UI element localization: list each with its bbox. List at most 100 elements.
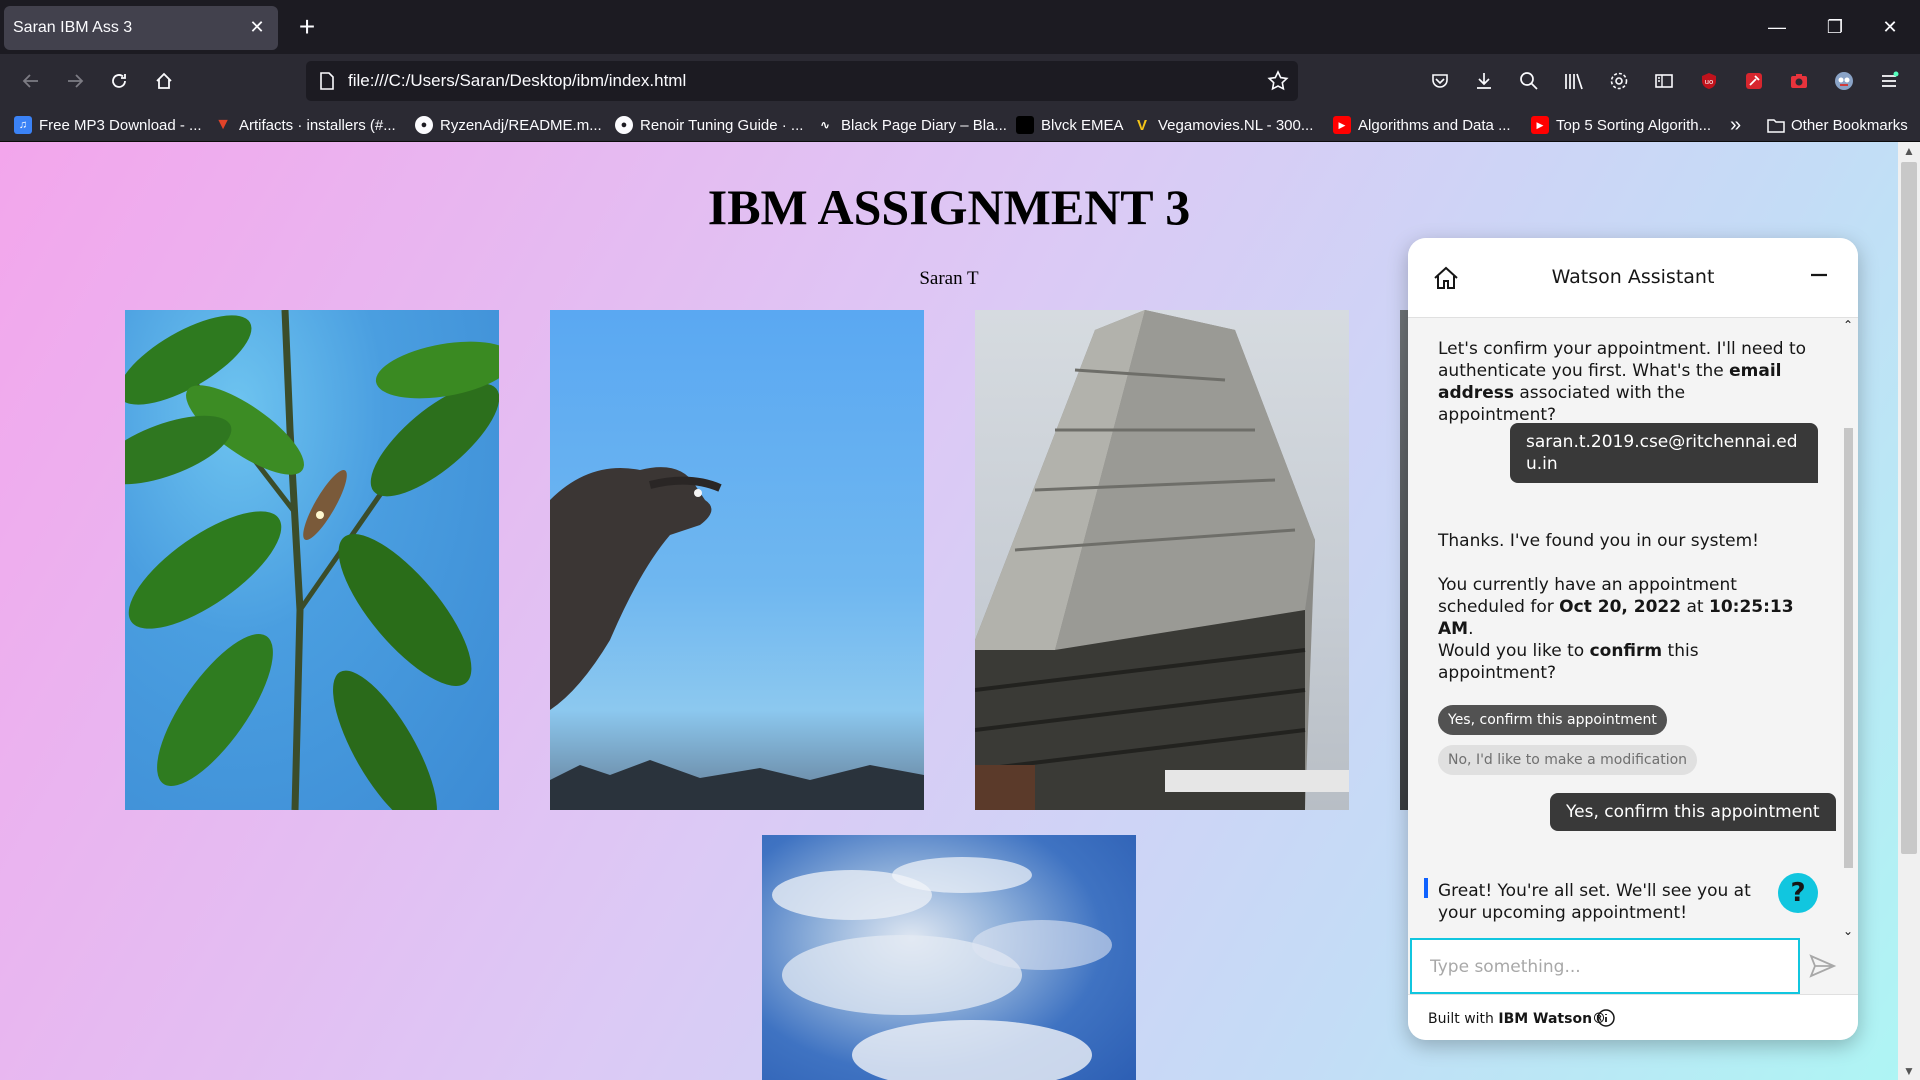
scroll-down-icon[interactable]: ▼ <box>1898 1062 1920 1080</box>
browser-tab[interactable]: Saran IBM Ass 3 ✕ <box>4 6 278 50</box>
gallery-photo-temple <box>975 310 1349 810</box>
hamburger-menu-icon <box>1882 71 1899 87</box>
library-button[interactable] <box>1559 66 1589 96</box>
built-with-text: Built with IBM Watson® <box>1428 1011 1606 1027</box>
github-icon: ● <box>615 116 633 134</box>
bookmark-label: Algorithms and Data ... <box>1358 116 1511 134</box>
close-tab-icon[interactable]: ✕ <box>248 18 266 36</box>
app-menu-button[interactable] <box>1874 66 1904 96</box>
ublock-extension-button[interactable]: uo <box>1694 66 1724 96</box>
chevron-up-icon[interactable]: ⌃ <box>1840 318 1856 332</box>
chat-scrollbar[interactable]: ⌃ ⌄ <box>1840 318 1856 938</box>
option-modify-button[interactable]: No, I'd like to make a modification <box>1438 745 1698 775</box>
music-note-icon: ♫ <box>14 116 32 134</box>
chat-input[interactable] <box>1430 954 1780 980</box>
settings-button[interactable] <box>1604 66 1634 96</box>
help-button[interactable]: ? <box>1778 873 1818 913</box>
scrollbar-thumb[interactable] <box>1901 162 1917 854</box>
color-picker-extension-button[interactable] <box>1739 66 1769 96</box>
bookmark-item[interactable]: ▼ Artifacts · installers (#... <box>214 113 396 137</box>
account-button[interactable] <box>1829 66 1859 96</box>
bookmark-label: Artifacts · installers (#... <box>239 116 396 134</box>
gallery-photo-leaves <box>125 310 499 810</box>
signature-icon: ∿ <box>819 118 831 132</box>
forward-button[interactable] <box>60 66 90 96</box>
chat-messages[interactable]: Let's confirm your appointment. I'll nee… <box>1408 318 1858 938</box>
search-button[interactable] <box>1514 66 1544 96</box>
footer-brand: IBM Watson® <box>1498 1011 1607 1027</box>
back-button[interactable] <box>16 66 46 96</box>
page-scrollbar[interactable]: ▲ ▼ <box>1898 142 1920 1080</box>
gallery-photo-hand-sky <box>550 310 924 810</box>
new-tab-button[interactable]: + <box>294 13 320 41</box>
page-title: IBM ASSIGNMENT 3 <box>707 179 1191 235</box>
camera-icon <box>1791 74 1807 88</box>
appointment-date: Oct 20, 2022 <box>1559 597 1682 617</box>
restore-window-button[interactable]: ❐ <box>1815 12 1855 42</box>
reload-icon <box>112 74 126 88</box>
footer-prefix: Built with <box>1428 1011 1499 1027</box>
info-icon[interactable] <box>1596 1008 1616 1028</box>
bookmarks-overflow-chevron-icon[interactable]: » <box>1730 113 1741 137</box>
scroll-up-icon[interactable]: ▲ <box>1898 142 1920 160</box>
search-icon <box>1520 72 1538 90</box>
ublock-icon: uo <box>1702 73 1716 89</box>
message-text: at <box>1681 597 1709 617</box>
bookmark-item[interactable]: ● Renoir Tuning Guide · ... <box>615 113 803 137</box>
bookmark-item[interactable]: V Vegamovies.NL - 300... <box>1133 113 1313 137</box>
github-icon: ● <box>415 116 433 134</box>
arrow-right-icon <box>68 74 84 88</box>
bot-message: Would you like to confirm this appointme… <box>1438 640 1808 684</box>
avatar-icon <box>1835 72 1853 90</box>
library-icon <box>1565 73 1583 90</box>
bookmark-item[interactable]: ▶ Top 5 Sorting Algorith... <box>1531 113 1711 137</box>
user-message: saran.t.2019.cse@ritchennai.edu.in <box>1510 423 1818 483</box>
eyedropper-icon <box>1746 73 1762 89</box>
address-bar[interactable]: file:///C:/Users/Saran/Desktop/ibm/index… <box>306 61 1298 101</box>
bot-message: Let's confirm your appointment. I'll nee… <box>1438 338 1808 426</box>
minimize-window-button[interactable]: — <box>1757 12 1797 42</box>
youtube-icon: ▶ <box>1333 116 1351 134</box>
gallery-photo-clouds <box>762 835 1136 1080</box>
bookmark-label: Top 5 Sorting Algorith... <box>1556 116 1712 134</box>
minimize-icon[interactable] <box>1808 264 1830 286</box>
downloads-button[interactable] <box>1469 66 1499 96</box>
tab-strip: Saran IBM Ass 3 ✕ + — ❐ ✕ <box>0 0 1920 54</box>
reload-button[interactable] <box>104 66 134 96</box>
bookmark-label: Free MP3 Download - ... <box>39 116 202 134</box>
chevron-down-icon[interactable]: ⌄ <box>1840 924 1856 938</box>
send-icon[interactable] <box>1806 950 1838 982</box>
close-window-button[interactable]: ✕ <box>1870 12 1910 42</box>
chat-input-container[interactable] <box>1410 938 1800 994</box>
pocket-icon <box>1432 74 1448 88</box>
chat-footer: Built with IBM Watson® <box>1408 994 1858 1040</box>
folder-icon <box>1767 119 1785 133</box>
chat-header: Watson Assistant <box>1408 238 1858 318</box>
other-bookmarks-folder[interactable]: Other Bookmarks <box>1767 113 1908 137</box>
page-icon <box>320 72 334 90</box>
sidebar-button[interactable] <box>1649 66 1679 96</box>
bot-message: You currently have an appointment schedu… <box>1438 574 1808 640</box>
tab-title: Saran IBM Ass 3 <box>13 19 133 36</box>
bookmark-label: Black Page Diary – Bla... <box>841 116 1007 134</box>
bookmark-item[interactable]: ● RyzenAdj/README.m... <box>415 113 602 137</box>
option-confirm-button[interactable]: Yes, confirm this appointment <box>1438 705 1667 735</box>
home-button[interactable] <box>149 66 179 96</box>
screenshot-extension-button[interactable] <box>1784 66 1814 96</box>
bookmark-item[interactable]: Blvck EMEA <box>1016 113 1124 137</box>
star-icon[interactable] <box>1266 69 1290 93</box>
other-bookmarks-label: Other Bookmarks <box>1791 116 1908 134</box>
pocket-button[interactable] <box>1425 66 1455 96</box>
bookmark-label: Vegamovies.NL - 300... <box>1158 116 1314 134</box>
watson-assistant-widget: Watson Assistant Let's confirm your appo… <box>1408 238 1858 1040</box>
url-text: file:///C:/Users/Saran/Desktop/ibm/index… <box>348 71 687 90</box>
gear-icon <box>1610 72 1628 90</box>
youtube-icon: ▶ <box>1531 116 1549 134</box>
bookmark-item[interactable]: ♫ Free MP3 Download - ... <box>14 113 202 137</box>
svg-text:uo: uo <box>1705 78 1714 86</box>
bookmark-item[interactable]: ∿ Black Page Diary – Bla... <box>816 113 1007 137</box>
chat-scrollbar-thumb[interactable] <box>1844 428 1853 868</box>
message-text: . <box>1468 619 1474 639</box>
bookmark-item[interactable]: ▶ Algorithms and Data ... <box>1333 113 1511 137</box>
bot-message: Thanks. I've found you in our system! <box>1438 531 1759 551</box>
